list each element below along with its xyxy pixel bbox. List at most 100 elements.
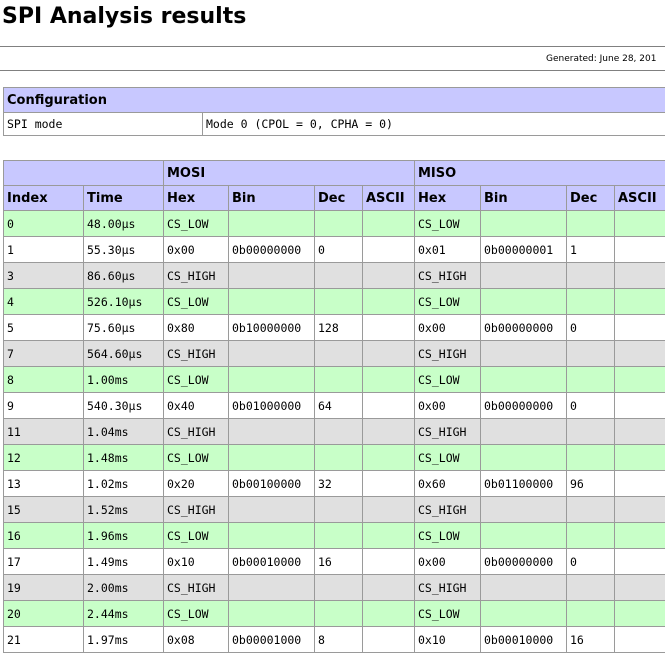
cell-mosi-ascii [362, 392, 415, 419]
col-miso-bin: Bin [480, 185, 567, 211]
cell-mosi-hex: CS_LOW [163, 600, 229, 627]
table-row: 3 86.60µs CS_HIGH CS_HIGH [3, 262, 665, 289]
cell-mosi-hex: CS_HIGH [163, 574, 229, 601]
cell-mosi-dec: 32 [314, 470, 363, 497]
cell-mosi-hex: CS_HIGH [163, 340, 229, 367]
cell-mosi-bin [228, 262, 315, 289]
cell-mosi-ascii [362, 262, 415, 289]
cell-mosi-ascii [362, 548, 415, 575]
cell-miso-bin: 0b00000000 [480, 548, 567, 575]
cell-miso-hex: 0x60 [414, 470, 481, 497]
cell-miso-ascii [614, 366, 665, 393]
cell-mosi-dec: 128 [314, 314, 363, 341]
cell-miso-bin [480, 522, 567, 549]
configuration-table: Configuration SPI mode Mode 0 (CPOL = 0,… [3, 87, 665, 136]
column-header-row: Index Time Hex Bin Dec ASCII Hex Bin Dec… [3, 185, 665, 211]
cell-mosi-bin: 0b01000000 [228, 392, 315, 419]
cell-miso-dec [566, 496, 615, 523]
cell-miso-dec [566, 444, 615, 471]
cell-miso-bin [480, 366, 567, 393]
cell-miso-hex: CS_HIGH [414, 262, 481, 289]
cell-mosi-bin: 0b00010000 [228, 548, 315, 575]
col-miso-dec: Dec [566, 185, 615, 211]
cell-miso-ascii [614, 574, 665, 601]
table-row: 13 1.02ms 0x20 0b00100000 32 0x60 0b01100000 96 [3, 470, 665, 497]
cell-time: 2.44ms [83, 600, 164, 627]
cell-miso-dec [566, 522, 615, 549]
cell-miso-hex: CS_LOW [414, 288, 481, 315]
cell-mosi-hex: CS_HIGH [163, 262, 229, 289]
cell-miso-bin: 0b01100000 [480, 470, 567, 497]
cell-time: 2.00ms [83, 574, 164, 601]
cell-miso-ascii [614, 626, 665, 653]
cell-miso-bin [480, 574, 567, 601]
cell-index: 1 [3, 236, 84, 263]
cell-miso-dec: 1 [566, 236, 615, 263]
cell-index: 0 [3, 210, 84, 237]
cell-miso-bin [480, 444, 567, 471]
cell-mosi-ascii [362, 210, 415, 237]
cell-mosi-ascii [362, 314, 415, 341]
cell-miso-bin: 0b00000001 [480, 236, 567, 263]
cell-index: 3 [3, 262, 84, 289]
col-mosi-bin: Bin [228, 185, 315, 211]
cell-miso-dec [566, 340, 615, 367]
cell-mosi-hex: 0x20 [163, 470, 229, 497]
cell-mosi-ascii [362, 444, 415, 471]
cell-miso-ascii [614, 470, 665, 497]
cell-mosi-bin [228, 418, 315, 445]
cell-mosi-hex: CS_HIGH [163, 496, 229, 523]
cell-mosi-hex: CS_LOW [163, 444, 229, 471]
cell-mosi-ascii [362, 496, 415, 523]
table-row: 1 55.30µs 0x00 0b00000000 0 0x01 0b00000001 1 [3, 236, 665, 263]
col-mosi-hex: Hex [163, 185, 229, 211]
cell-mosi-hex: CS_LOW [163, 288, 229, 315]
cell-mosi-hex: CS_LOW [163, 522, 229, 549]
col-miso-hex: Hex [414, 185, 481, 211]
cell-time: 1.00ms [83, 366, 164, 393]
cell-miso-ascii [614, 288, 665, 315]
cell-index: 8 [3, 366, 84, 393]
cell-index: 5 [3, 314, 84, 341]
cell-mosi-bin: 0b10000000 [228, 314, 315, 341]
table-row: 15 1.52ms CS_HIGH CS_HIGH [3, 496, 665, 523]
cell-time: 1.02ms [83, 470, 164, 497]
cell-miso-hex: CS_HIGH [414, 496, 481, 523]
spi-results-table: MOSI MISO Index Time Hex Bin Dec ASCII H… [3, 160, 665, 653]
cell-miso-bin: 0b00000000 [480, 392, 567, 419]
cell-mosi-bin: 0b00001000 [228, 626, 315, 653]
cell-miso-bin [480, 496, 567, 523]
cell-miso-bin [480, 210, 567, 237]
cell-mosi-ascii [362, 522, 415, 549]
cell-mosi-dec [314, 574, 363, 601]
cell-miso-dec: 96 [566, 470, 615, 497]
cell-time: 564.60µs [83, 340, 164, 367]
col-miso-ascii: ASCII [614, 185, 665, 211]
cell-index: 4 [3, 288, 84, 315]
cell-mosi-dec: 8 [314, 626, 363, 653]
cell-mosi-dec: 0 [314, 236, 363, 263]
cell-mosi-dec [314, 444, 363, 471]
cell-miso-dec [566, 366, 615, 393]
cell-time: 1.48ms [83, 444, 164, 471]
cell-time: 1.52ms [83, 496, 164, 523]
cell-miso-ascii [614, 496, 665, 523]
config-value: Mode 0 (CPOL = 0, CPHA = 0) [202, 112, 665, 136]
table-row: 11 1.04ms CS_HIGH CS_HIGH [3, 418, 665, 445]
table-row: 17 1.49ms 0x10 0b00010000 16 0x00 0b00000000 0 [3, 548, 665, 575]
table-row: 0 48.00µs CS_LOW CS_LOW [3, 210, 665, 237]
cell-miso-hex: 0x00 [414, 392, 481, 419]
cell-mosi-bin [228, 444, 315, 471]
cell-mosi-ascii [362, 600, 415, 627]
cell-miso-hex: 0x01 [414, 236, 481, 263]
cell-mosi-dec [314, 496, 363, 523]
cell-mosi-bin: 0b00000000 [228, 236, 315, 263]
cell-miso-bin [480, 418, 567, 445]
cell-miso-bin [480, 288, 567, 315]
cell-index: 21 [3, 626, 84, 653]
cell-miso-dec: 0 [566, 548, 615, 575]
cell-mosi-bin [228, 496, 315, 523]
generated-date: Generated: June 28, 201 [546, 54, 657, 64]
cell-mosi-hex: CS_LOW [163, 366, 229, 393]
cell-miso-hex: CS_HIGH [414, 340, 481, 367]
